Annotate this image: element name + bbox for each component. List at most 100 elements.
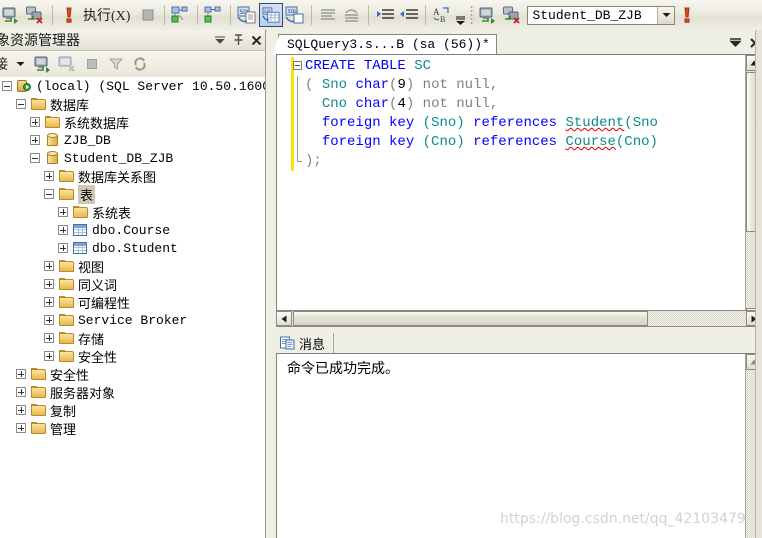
- available-databases-combobox[interactable]: Student_DB_ZJB: [527, 5, 676, 25]
- decrease-indent-icon[interactable]: [373, 3, 397, 27]
- execute-exclamation-icon[interactable]: [57, 3, 81, 27]
- expand-icon[interactable]: [58, 243, 68, 253]
- tree-node[interactable]: 可编程性: [0, 293, 265, 312]
- expand-icon[interactable]: [16, 405, 26, 415]
- tree-node[interactable]: Student_DB_ZJB: [0, 149, 265, 167]
- tree-node[interactable]: ZJB_DB: [0, 131, 265, 149]
- uncomment-lines-icon[interactable]: [340, 3, 364, 27]
- code-line[interactable]: Cno char(4) not null,: [291, 95, 745, 114]
- horizontal-scroll-thumb[interactable]: [293, 311, 648, 326]
- refresh-icon[interactable]: [128, 53, 152, 75]
- expand-icon[interactable]: [44, 261, 54, 271]
- code-token: ): [405, 96, 415, 112]
- tree-node-label: 视图: [78, 260, 105, 276]
- outline-collapse-icon[interactable]: [293, 61, 302, 70]
- expand-icon[interactable]: [30, 117, 40, 127]
- expand-icon[interactable]: [30, 135, 40, 145]
- tree-node[interactable]: 系统数据库: [0, 113, 265, 132]
- spell-check-icon[interactable]: A B: [430, 3, 454, 27]
- connect-dropdown-label[interactable]: 接: [0, 54, 8, 74]
- chevron-down-icon[interactable]: [657, 6, 675, 24]
- connect-object-explorer-icon[interactable]: [0, 3, 24, 27]
- expand-icon[interactable]: [44, 351, 54, 361]
- expand-icon[interactable]: [16, 387, 26, 397]
- tree-node[interactable]: Service Broker: [0, 311, 265, 329]
- folder-icon: [57, 312, 75, 328]
- results-to-text-icon[interactable]: SQL: [235, 3, 259, 27]
- connect-dropdown-chevron-icon[interactable]: [8, 53, 32, 75]
- execute-exclamation-icon-2[interactable]: [675, 3, 699, 27]
- folder-icon: [29, 384, 47, 400]
- tree-node[interactable]: 数据库关系图: [0, 167, 265, 186]
- toolbar-overflow-button[interactable]: [454, 2, 466, 28]
- disconnect-object-explorer-icon[interactable]: [24, 3, 48, 27]
- auto-hide-pin-icon[interactable]: [229, 31, 247, 49]
- code-token: TABLE: [363, 58, 406, 74]
- tree-node[interactable]: 同义词: [0, 275, 265, 294]
- window-position-chevron-icon[interactable]: [211, 31, 229, 49]
- tab-sqlquery3[interactable]: SQLQuery3.s...B (sa (56))*: [272, 34, 497, 55]
- object-explorer-tree[interactable]: (local) (SQL Server 10.50.1600 数据库 系统数据库 ZJ…: [0, 77, 265, 538]
- collapse-icon[interactable]: [16, 99, 26, 109]
- editor-horizontal-scrollbar[interactable]: [276, 310, 762, 327]
- tree-node[interactable]: dbo.Student: [0, 239, 265, 257]
- sql-code-editor[interactable]: CREATE TABLE SC( Sno char(9) not null, C…: [276, 54, 762, 325]
- tab-messages[interactable]: 消息: [276, 333, 335, 353]
- tree-node-label: 安全性: [50, 368, 90, 384]
- expand-icon[interactable]: [44, 315, 54, 325]
- collapse-icon[interactable]: [44, 189, 54, 199]
- increase-indent-icon[interactable]: [397, 3, 421, 27]
- results-to-file-icon[interactable]: SQL: [283, 3, 307, 27]
- expand-icon[interactable]: [16, 423, 26, 433]
- collapse-icon[interactable]: [2, 81, 12, 91]
- scroll-left-button[interactable]: [276, 311, 292, 326]
- expand-icon[interactable]: [44, 279, 54, 289]
- close-icon[interactable]: [247, 31, 265, 49]
- database-icon: [43, 150, 61, 166]
- expand-icon[interactable]: [44, 297, 54, 307]
- connect-server-icon[interactable]: [32, 53, 56, 75]
- results-to-grid-icon[interactable]: SQL: [259, 3, 284, 27]
- active-files-chevron-icon[interactable]: [728, 36, 742, 50]
- tree-node[interactable]: 表: [0, 184, 265, 204]
- parse-query-icon[interactable]: [169, 3, 193, 27]
- tree-node[interactable]: 数据库: [0, 95, 265, 114]
- tree-node[interactable]: 存储: [0, 329, 265, 348]
- code-line[interactable]: ( Sno char(9) not null,: [291, 76, 745, 95]
- expand-icon[interactable]: [16, 369, 26, 379]
- expand-icon[interactable]: [44, 171, 54, 181]
- tree-node[interactable]: 安全性: [0, 347, 265, 366]
- change-connection-icon[interactable]: [501, 3, 525, 27]
- folder-icon: [57, 294, 75, 310]
- tree-node[interactable]: 安全性: [0, 365, 265, 384]
- expand-icon[interactable]: [44, 333, 54, 343]
- code-line[interactable]: );: [291, 152, 745, 171]
- comment-lines-icon[interactable]: [316, 3, 340, 27]
- messages-panel[interactable]: 命令已成功完成。: [276, 353, 762, 538]
- display-estimated-plan-icon[interactable]: [202, 3, 226, 27]
- tree-node[interactable]: 管理: [0, 419, 265, 438]
- tree-node[interactable]: 系统表: [0, 203, 265, 222]
- tree-node[interactable]: 服务器对象: [0, 383, 265, 402]
- code-line[interactable]: foreign key (Sno) references Student(Sno: [291, 114, 745, 133]
- code-line[interactable]: CREATE TABLE SC: [291, 57, 745, 76]
- tree-node[interactable]: 复制: [0, 401, 265, 420]
- code-viewport[interactable]: CREATE TABLE SC( Sno char(9) not null, C…: [277, 55, 745, 324]
- new-query-connect-icon[interactable]: [477, 3, 501, 27]
- expand-icon[interactable]: [58, 207, 68, 217]
- disconnect-server-icon[interactable]: [56, 53, 80, 75]
- collapse-icon[interactable]: [30, 153, 40, 163]
- toolbar-grip[interactable]: [470, 5, 475, 25]
- tree-node[interactable]: dbo.Course: [0, 221, 265, 239]
- filter-icon[interactable]: [104, 53, 128, 75]
- tree-node[interactable]: 视图: [0, 257, 265, 276]
- code-token: foreign key: [321, 134, 415, 150]
- expand-icon[interactable]: [58, 225, 68, 235]
- code-token: 9: [397, 77, 406, 93]
- execute-button-label[interactable]: 执行(X): [81, 5, 136, 25]
- code-token: references: [473, 134, 558, 150]
- code-line[interactable]: foreign key (Cno) references Course(Cno): [291, 133, 745, 152]
- stop-button-icon[interactable]: [136, 3, 160, 27]
- tree-node[interactable]: (local) (SQL Server 10.50.1600: [0, 77, 265, 95]
